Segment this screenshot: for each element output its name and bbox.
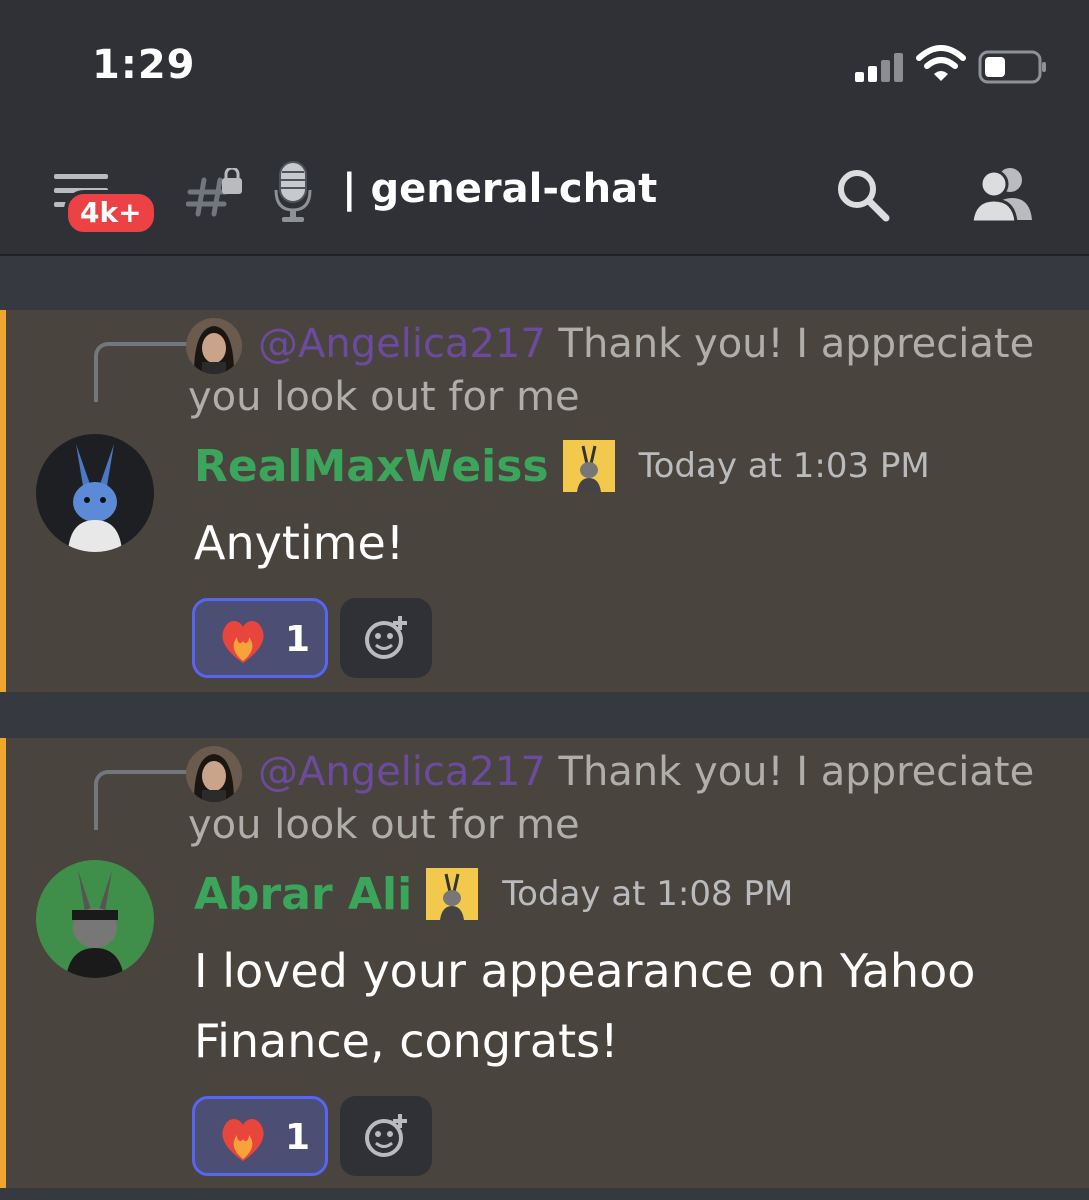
unread-badge: 4k+ bbox=[64, 190, 158, 236]
message-content: I loved your appearance on Yahoo Finance… bbox=[194, 944, 976, 1068]
add-reaction-button[interactable] bbox=[340, 598, 432, 678]
microphone-icon bbox=[274, 161, 312, 222]
reply-connector bbox=[94, 342, 194, 402]
add-reaction-icon bbox=[365, 1114, 407, 1157]
author-avatar[interactable] bbox=[36, 434, 154, 552]
reply-mention[interactable]: @Angelica217 bbox=[258, 321, 546, 367]
role-icon bbox=[426, 868, 479, 920]
reply-preview[interactable]: @Angelica217 Thank you! I appreciate you… bbox=[188, 318, 1068, 424]
heart-on-fire-icon bbox=[222, 1119, 264, 1161]
reply-connector bbox=[94, 770, 194, 830]
add-reaction-icon bbox=[365, 616, 407, 659]
reaction-button[interactable]: 1 bbox=[192, 1096, 328, 1176]
status-bar: 1:29 bbox=[0, 0, 1089, 130]
message-timestamp: Today at 1:08 PM bbox=[502, 874, 794, 914]
message-header: RealMaxWeiss Today at 1:03 PM bbox=[194, 440, 930, 492]
reaction-count: 1 bbox=[285, 619, 311, 660]
message[interactable]: @Angelica217 Thank you! I appreciate you… bbox=[0, 738, 1089, 1188]
add-reaction-button[interactable] bbox=[340, 1096, 432, 1176]
status-time: 1:29 bbox=[92, 42, 196, 88]
wifi-icon bbox=[916, 45, 966, 81]
battery-icon bbox=[978, 50, 1046, 84]
search-icon[interactable] bbox=[834, 166, 892, 224]
author-avatar[interactable] bbox=[36, 860, 154, 978]
author-name[interactable]: Abrar Ali bbox=[194, 869, 412, 920]
channel-header: 4k+ | general-chat bbox=[0, 130, 1089, 256]
message-content: Anytime! bbox=[194, 516, 405, 570]
message-timestamp: Today at 1:03 PM bbox=[638, 446, 930, 486]
message-header: Abrar Ali Today at 1:08 PM bbox=[194, 868, 793, 920]
heart-on-fire-icon bbox=[222, 621, 264, 663]
locked-channel-icon bbox=[186, 168, 242, 217]
members-icon[interactable] bbox=[968, 164, 1036, 224]
reply-preview[interactable]: @Angelica217 Thank you! I appreciate you… bbox=[188, 746, 1068, 852]
author-name[interactable]: RealMaxWeiss bbox=[194, 441, 549, 492]
role-icon bbox=[562, 440, 615, 492]
channel-name: | general-chat bbox=[342, 166, 658, 212]
reaction-button[interactable]: 1 bbox=[192, 598, 328, 678]
reply-mention[interactable]: @Angelica217 bbox=[258, 749, 546, 795]
message[interactable]: @Angelica217 Thank you! I appreciate you… bbox=[0, 310, 1089, 692]
cellular-signal-icon bbox=[855, 52, 907, 82]
reaction-count: 1 bbox=[285, 1117, 311, 1158]
